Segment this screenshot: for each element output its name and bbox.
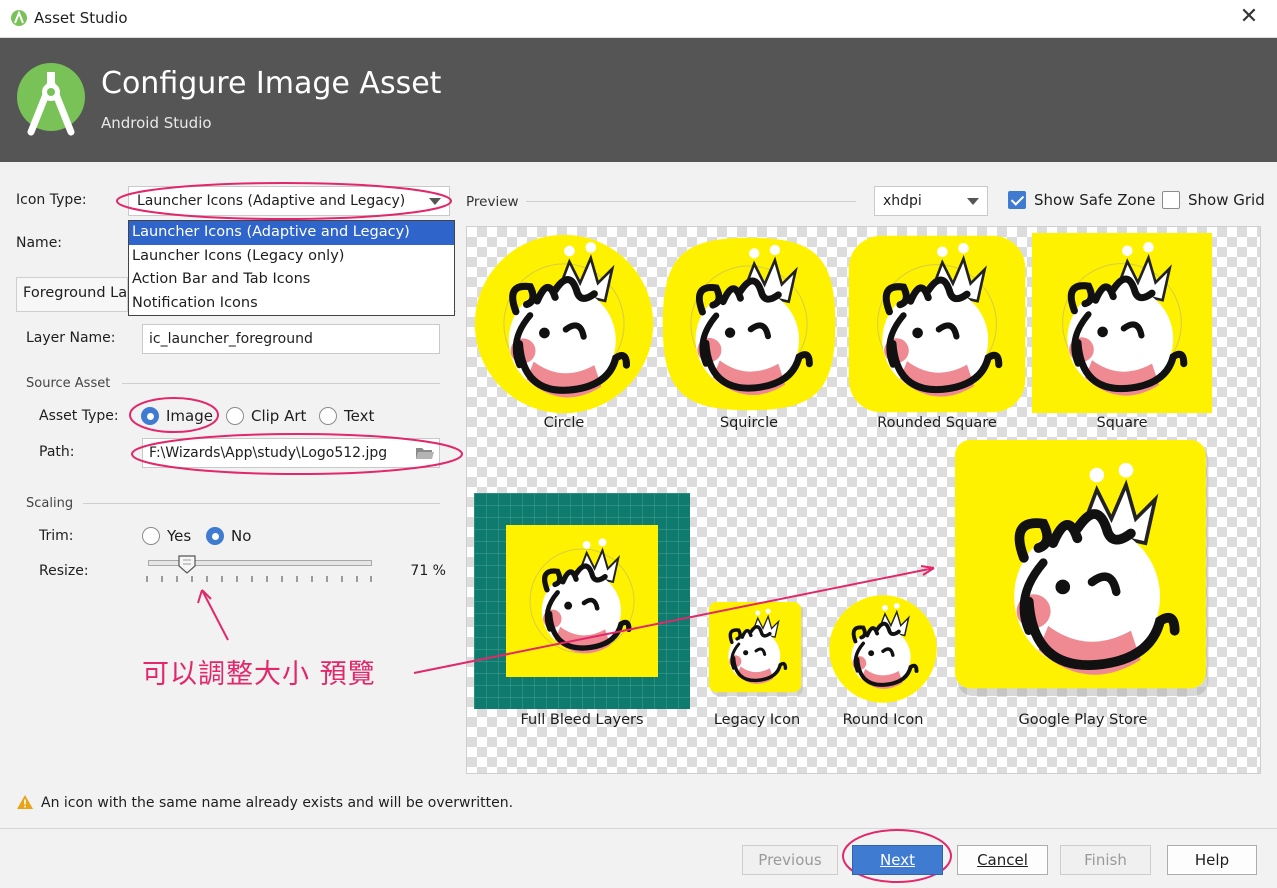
slider-thumb[interactable] [177,554,197,574]
density-value: xhdpi [883,193,922,209]
resize-value: 71 % [410,563,446,579]
caption-round: Round Icon [842,712,924,728]
show-safe-zone-checkbox[interactable]: Show Safe Zone [1008,191,1155,209]
android-studio-logo [17,63,85,136]
page-subtitle: Android Studio [101,114,212,132]
layer-name-input[interactable]: ic_launcher_foreground [142,324,440,354]
layer-name-label: Layer Name: [26,330,116,346]
annotation-text: 可以調整大小 預覽 [142,659,376,690]
resize-label: Resize: [39,563,89,579]
name-label: Name: [16,235,63,251]
footer-divider [0,828,1277,829]
trim-no-radio[interactable]: No [206,527,251,545]
icon-type-dropdown[interactable]: Launcher Icons (Adaptive and Legacy) [128,186,450,216]
path-label: Path: [39,444,75,460]
android-studio-icon [11,10,27,26]
finish-button[interactable]: Finish [1060,845,1151,875]
cancel-button[interactable]: Cancel [957,845,1048,875]
previous-button[interactable]: Previous [742,845,838,875]
title-bar: Asset Studio ✕ [0,0,1277,38]
folder-icon[interactable] [415,446,435,461]
warning-icon [17,795,33,809]
icon-preview-circle [474,234,654,414]
wizard-header: Configure Image Asset Android Studio [0,38,1277,162]
caption-rounded-square: Rounded Square [877,415,997,431]
density-dropdown[interactable]: xhdpi [874,186,988,216]
preview-divider [526,201,856,202]
source-asset-section: Source Asset [26,376,111,391]
window-title: Asset Studio [34,9,128,27]
radio-selected-icon [206,527,224,545]
radio-icon [226,407,244,425]
asset-type-text-radio[interactable]: Text [319,407,374,425]
option-launcher-legacy[interactable]: Launcher Icons (Legacy only) [129,245,454,269]
page-title: Configure Image Asset [101,66,442,101]
icon-preview-full-bleed [474,493,690,709]
section-divider [122,383,440,384]
icon-preview-legacy [709,602,804,697]
asset-type-label: Asset Type: [39,408,119,424]
chevron-down-icon [429,198,441,205]
icon-type-options-list[interactable]: Launcher Icons (Adaptive and Legacy) Lau… [128,220,455,316]
trim-yes-radio[interactable]: Yes [142,527,191,545]
icon-preview-play-store [955,440,1209,696]
tab-foreground-layer[interactable]: Foreground Lay [16,277,128,311]
icon-preview-rounded-square [848,235,1026,413]
checkbox-icon [1162,191,1180,209]
icon-type-label: Icon Type: [16,192,87,208]
scaling-section: Scaling [26,496,74,511]
caption-full-bleed: Full Bleed Layers [520,712,644,728]
caption-play-store: Google Play Store [1018,712,1148,728]
option-launcher-adaptive[interactable]: Launcher Icons (Adaptive and Legacy) [129,221,454,245]
asset-type-image-radio[interactable]: Image [141,407,213,425]
section-divider [83,503,440,504]
slider-ticks [146,576,372,582]
icon-preview-squircle [662,237,836,411]
preview-canvas: Circle Squircle Rounded Square Square Fu… [466,226,1261,774]
radio-selected-icon [141,407,159,425]
option-notification[interactable]: Notification Icons [129,292,454,316]
next-button[interactable]: Next [852,845,943,875]
caption-circle: Circle [543,415,585,431]
icon-preview-square [1032,233,1212,413]
radio-icon [319,407,337,425]
show-grid-checkbox[interactable]: Show Grid [1162,191,1265,209]
icon-type-value: Launcher Icons (Adaptive and Legacy) [137,193,406,209]
warning-message: An icon with the same name already exist… [41,795,514,811]
chevron-down-icon [967,198,979,205]
caption-squircle: Squircle [719,415,779,431]
resize-slider[interactable] [146,552,372,586]
help-button[interactable]: Help [1167,845,1257,875]
trim-label: Trim: [39,528,74,544]
path-input[interactable]: F:\Wizards\App\study\Logo512.jpg [142,438,440,468]
icon-preview-round [829,595,937,703]
asset-type-clip-art-radio[interactable]: Clip Art [226,407,306,425]
annotation-arrow-slider [197,589,229,641]
close-icon[interactable]: ✕ [1235,4,1263,29]
preview-label: Preview [466,194,519,210]
caption-square: Square [1096,415,1148,431]
caption-legacy: Legacy Icon [713,712,801,728]
option-action-bar[interactable]: Action Bar and Tab Icons [129,268,454,292]
checkbox-checked-icon [1008,191,1026,209]
radio-icon [142,527,160,545]
